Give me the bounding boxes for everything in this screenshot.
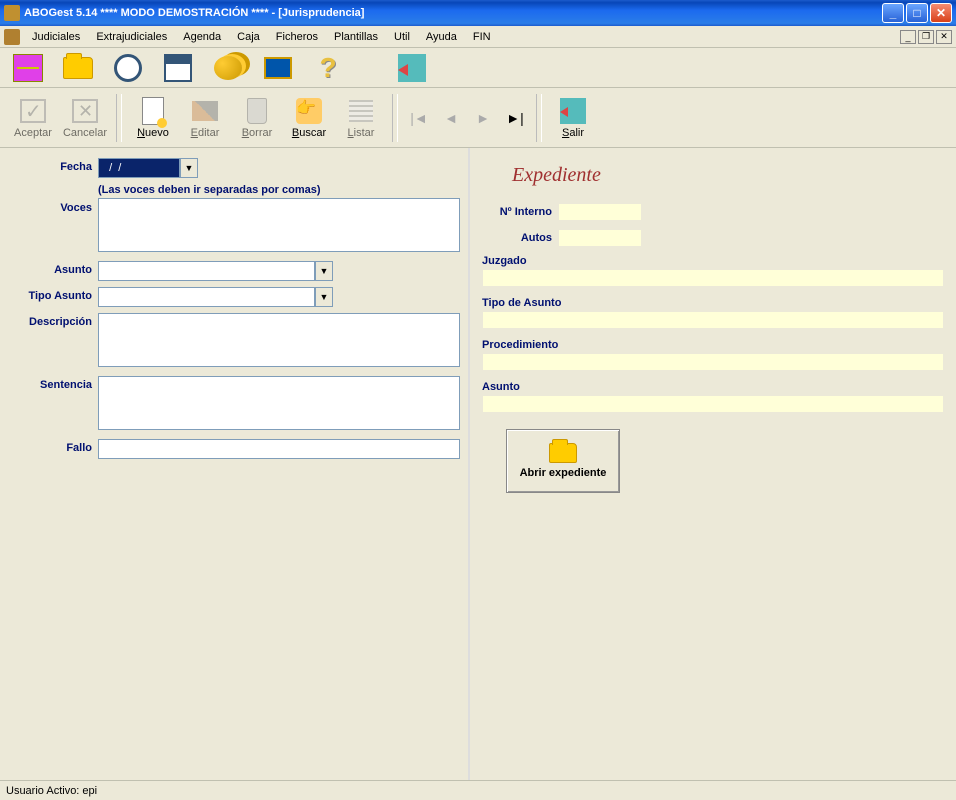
coins-icon[interactable] bbox=[210, 52, 246, 84]
action-toolbar: Aceptar Cancelar Nuevo Editar Borrar Bus… bbox=[0, 88, 956, 148]
check-icon bbox=[20, 99, 46, 123]
status-text: Usuario Activo: epi bbox=[6, 785, 97, 797]
autos-label: Autos bbox=[482, 232, 558, 244]
clock-icon[interactable] bbox=[110, 52, 146, 84]
fecha-dropdown-button[interactable]: ▼ bbox=[180, 158, 198, 178]
tipoasunto-input[interactable] bbox=[98, 287, 315, 307]
open-folder-icon[interactable] bbox=[60, 52, 96, 84]
trash-icon bbox=[247, 98, 267, 124]
buscar-button[interactable]: Buscar bbox=[284, 91, 334, 145]
calendar-icon[interactable] bbox=[160, 52, 196, 84]
x-icon bbox=[72, 99, 98, 123]
voces-label: Voces bbox=[8, 184, 98, 214]
exp-tipoasunto-label: Tipo de Asunto bbox=[482, 297, 944, 309]
nointerno-label: Nº Interno bbox=[482, 206, 558, 218]
menu-bar: Judiciales Extrajudiciales Agenda Caja F… bbox=[0, 26, 956, 48]
app-icon bbox=[4, 5, 20, 21]
menu-plantillas[interactable]: Plantillas bbox=[326, 29, 386, 45]
folder-open-icon bbox=[549, 443, 577, 463]
menu-agenda[interactable]: Agenda bbox=[175, 29, 229, 45]
mdi-restore-button[interactable]: ❐ bbox=[918, 30, 934, 44]
edit-icon bbox=[192, 101, 218, 121]
exp-asunto-label: Asunto bbox=[482, 381, 944, 393]
fecha-input[interactable] bbox=[98, 158, 180, 178]
menu-extrajudiciales[interactable]: Extrajudiciales bbox=[88, 29, 175, 45]
main-toolbar: ? bbox=[0, 48, 956, 88]
asunto-dropdown-button[interactable]: ▼ bbox=[315, 261, 333, 281]
new-doc-icon bbox=[142, 97, 164, 125]
close-button[interactable]: ✕ bbox=[930, 3, 952, 23]
listar-button: Listar bbox=[336, 91, 386, 145]
menu-judiciales[interactable]: Judiciales bbox=[24, 29, 88, 45]
juzgado-field bbox=[482, 269, 944, 287]
nav-prev-button[interactable]: ◄ bbox=[436, 103, 466, 133]
maximize-button[interactable]: □ bbox=[906, 3, 928, 23]
voces-input[interactable] bbox=[98, 198, 460, 252]
nav-next-button[interactable]: ► bbox=[468, 103, 498, 133]
juzgado-label: Juzgado bbox=[482, 255, 944, 267]
abrir-expediente-label: Abrir expediente bbox=[520, 467, 607, 479]
fallo-label: Fallo bbox=[8, 439, 98, 454]
mdi-minimize-button[interactable]: _ bbox=[900, 30, 916, 44]
descripcion-input[interactable] bbox=[98, 313, 460, 367]
asunto-label: Asunto bbox=[8, 261, 98, 276]
list-icon bbox=[349, 100, 373, 122]
menu-caja[interactable]: Caja bbox=[229, 29, 268, 45]
salir-button[interactable]: Salir bbox=[548, 91, 598, 145]
sentencia-input[interactable] bbox=[98, 376, 460, 430]
menu-ayuda[interactable]: Ayuda bbox=[418, 29, 465, 45]
cancelar-button: Cancelar bbox=[60, 91, 110, 145]
window-title: ABOGest 5.14 **** MODO DEMOSTRACIÓN ****… bbox=[24, 7, 882, 19]
procedimiento-label: Procedimiento bbox=[482, 339, 944, 351]
voces-hint: (Las voces deben ir separadas por comas) bbox=[98, 184, 460, 196]
borrar-button: Borrar bbox=[232, 91, 282, 145]
scales-icon[interactable] bbox=[10, 52, 46, 84]
nointerno-field bbox=[558, 203, 642, 221]
exp-tipoasunto-field bbox=[482, 311, 944, 329]
asunto-input[interactable] bbox=[98, 261, 315, 281]
menu-app-icon bbox=[4, 29, 20, 45]
form-panel: Fecha ▼ Voces (Las voces deben ir separa… bbox=[0, 148, 470, 780]
nuevo-button[interactable]: Nuevo bbox=[128, 91, 178, 145]
exp-asunto-field bbox=[482, 395, 944, 413]
abrir-expediente-button[interactable]: Abrir expediente bbox=[506, 429, 620, 493]
exit-icon[interactable] bbox=[394, 52, 430, 84]
descripcion-label: Descripción bbox=[8, 313, 98, 328]
nav-last-button[interactable]: ►| bbox=[500, 103, 530, 133]
menu-fin[interactable]: FIN bbox=[465, 29, 499, 45]
minimize-button[interactable]: _ bbox=[882, 3, 904, 23]
exit-door-icon bbox=[560, 98, 586, 124]
chest-icon[interactable] bbox=[260, 52, 296, 84]
expediente-panel: Expediente Nº Interno Autos Juzgado Tipo… bbox=[470, 148, 956, 780]
sentencia-label: Sentencia bbox=[8, 376, 98, 391]
tipoasunto-label: Tipo Asunto bbox=[8, 287, 98, 302]
window-titlebar: ABOGest 5.14 **** MODO DEMOSTRACIÓN ****… bbox=[0, 0, 956, 26]
editar-button: Editar bbox=[180, 91, 230, 145]
menu-ficheros[interactable]: Ficheros bbox=[268, 29, 326, 45]
fecha-label: Fecha bbox=[8, 158, 98, 173]
mdi-close-button[interactable]: ✕ bbox=[936, 30, 952, 44]
autos-field bbox=[558, 229, 642, 247]
tipoasunto-dropdown-button[interactable]: ▼ bbox=[315, 287, 333, 307]
procedimiento-field bbox=[482, 353, 944, 371]
expediente-title: Expediente bbox=[512, 164, 944, 187]
aceptar-button: Aceptar bbox=[8, 91, 58, 145]
help-icon[interactable]: ? bbox=[310, 52, 346, 84]
status-bar: Usuario Activo: epi bbox=[0, 780, 956, 800]
menu-util[interactable]: Util bbox=[386, 29, 418, 45]
fallo-input[interactable] bbox=[98, 439, 460, 459]
finger-point-icon bbox=[296, 98, 322, 124]
nav-first-button[interactable]: |◄ bbox=[404, 103, 434, 133]
